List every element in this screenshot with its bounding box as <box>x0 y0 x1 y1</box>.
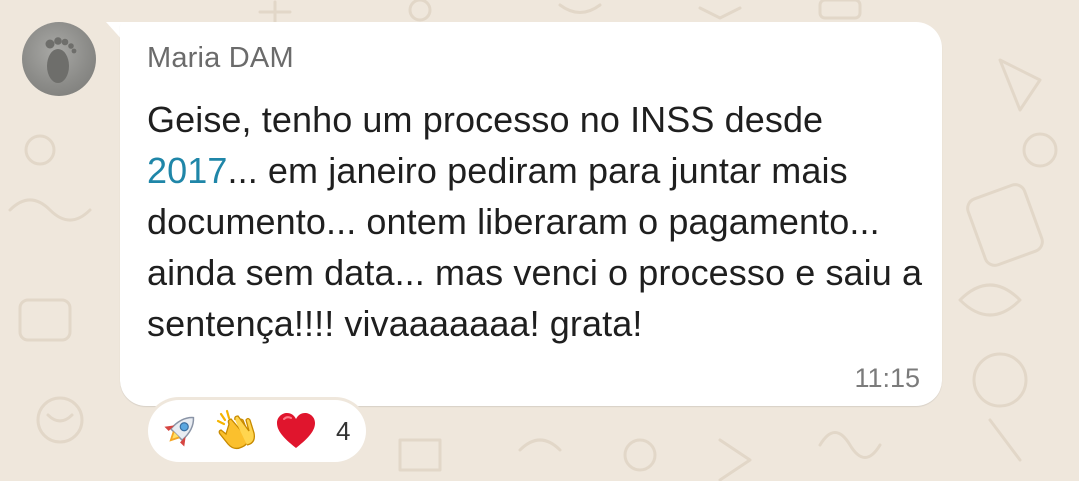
message-bubble[interactable]: Maria DAM Geise, tenho um processo no IN… <box>120 22 942 406</box>
rocket-icon <box>156 407 204 455</box>
message-timestamp: 11:15 <box>854 363 920 393</box>
sender-name[interactable]: Maria DAM <box>147 42 294 75</box>
clapping-hands-icon <box>214 407 262 455</box>
red-heart-icon <box>272 407 320 455</box>
reactions-pill[interactable]: 4 <box>148 400 367 462</box>
message-text-end: ... em janeiro pediram para juntar mais … <box>147 150 923 344</box>
message-text-start: Geise, tenho um processo no INSS desde <box>147 99 824 140</box>
avatar[interactable] <box>22 22 96 96</box>
footprint-icon <box>45 37 77 83</box>
message-text: Geise, tenho um processo no INSS desde 2… <box>147 94 927 349</box>
message-link[interactable]: 2017 <box>147 150 228 191</box>
reaction-count: 4 <box>336 415 351 446</box>
